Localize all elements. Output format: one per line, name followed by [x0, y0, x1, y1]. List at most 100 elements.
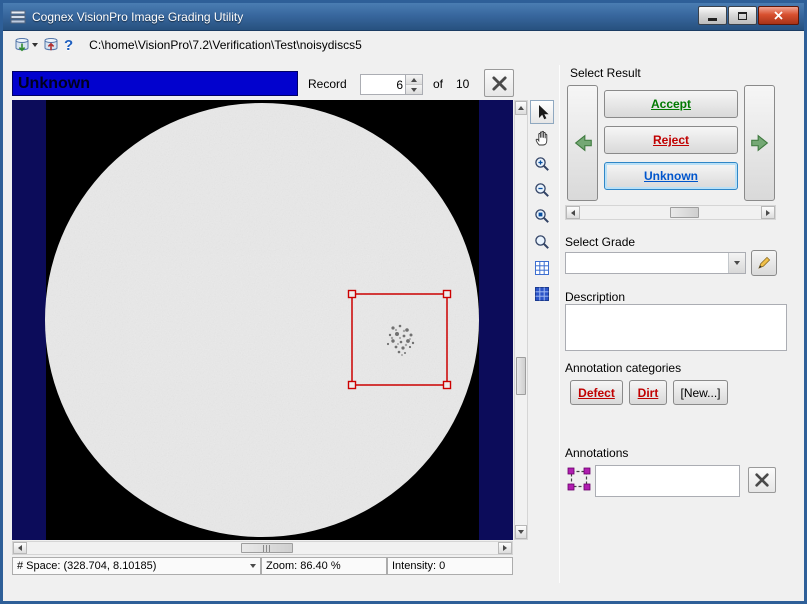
annotation-text-input[interactable]: [595, 465, 740, 497]
space-status-text: # Space: (328.704, 8.10185): [17, 560, 156, 572]
grid-tool-button[interactable]: [530, 256, 554, 280]
record-spin-up-button[interactable]: [406, 75, 422, 85]
category-defect-label: Defect: [578, 386, 615, 400]
intensity-status-text: Intensity: 0: [392, 560, 445, 572]
accept-button-label: Accept: [651, 97, 691, 111]
chevron-down-icon: [32, 43, 38, 47]
grade-banner: Unknown: [12, 71, 298, 96]
of-label: of: [433, 77, 443, 91]
select-result-label: Select Result: [570, 66, 641, 80]
space-status[interactable]: # Space: (328.704, 8.10185): [12, 557, 261, 575]
zoom-out-tool-button[interactable]: [530, 178, 554, 202]
image-viewport[interactable]: [12, 100, 513, 540]
combo-dropdown-button[interactable]: [728, 253, 745, 273]
zoom-region-tool-button[interactable]: [530, 204, 554, 228]
annotation-categories-label: Annotation categories: [565, 361, 681, 375]
image-canvas: [12, 100, 513, 540]
scroll-down-button[interactable]: [515, 525, 527, 539]
right-arrow-icon: [503, 545, 507, 551]
image-vscrollbar[interactable]: [514, 100, 528, 540]
up-arrow-icon: [518, 106, 524, 110]
record-spinner: [360, 74, 423, 95]
reject-button[interactable]: Reject: [604, 126, 738, 154]
scroll-up-button[interactable]: [515, 101, 527, 115]
help-button[interactable]: ?: [62, 33, 75, 57]
annotation-delete-button[interactable]: [748, 467, 776, 493]
zoom-in-icon: [534, 156, 550, 172]
thumb-grip: [263, 545, 271, 552]
vscroll-thumb[interactable]: [516, 357, 526, 395]
prev-result-button[interactable]: [567, 85, 598, 201]
roi-handle-br[interactable]: [444, 382, 451, 389]
load-results-button[interactable]: [11, 33, 40, 57]
zoom-fit-tool-button[interactable]: [530, 230, 554, 254]
pixel-grid-icon: [534, 286, 550, 302]
left-arrow-icon: [571, 210, 575, 216]
description-textarea[interactable]: [565, 304, 787, 351]
window-title: Cognex VisionPro Image Grading Utility: [32, 10, 243, 24]
category-new-button[interactable]: [New...]: [673, 380, 728, 405]
select-grade-label: Select Grade: [565, 235, 635, 249]
slider-right-button[interactable]: [761, 206, 775, 219]
app-icon: [10, 9, 26, 25]
hand-icon: [534, 130, 550, 146]
right-arrow-icon: [766, 210, 770, 216]
pencil-icon: [756, 255, 772, 271]
next-result-button[interactable]: [744, 85, 775, 201]
slider-thumb[interactable]: [670, 207, 699, 218]
grid-icon: [534, 260, 550, 276]
zoom-region-icon: [534, 208, 550, 224]
minimize-icon: [708, 18, 717, 21]
unknown-button[interactable]: Unknown: [604, 162, 738, 190]
chevron-down-icon[interactable]: [250, 564, 256, 568]
category-defect-button[interactable]: Defect: [570, 380, 623, 405]
panel-divider: [559, 65, 560, 583]
maximize-icon: [738, 12, 747, 20]
scroll-right-button[interactable]: [498, 542, 512, 554]
accept-button[interactable]: Accept: [604, 90, 738, 118]
up-arrow-icon: [411, 78, 417, 82]
zoom-in-tool-button[interactable]: [530, 152, 554, 176]
unknown-button-label: Unknown: [644, 169, 698, 183]
help-icon: ?: [64, 37, 73, 54]
zoom-out-icon: [534, 182, 550, 198]
record-total-label: 10: [456, 77, 469, 91]
pan-tool-button[interactable]: [530, 126, 554, 150]
minimize-button[interactable]: [698, 6, 727, 25]
arrow-right-icon: [749, 132, 771, 154]
x-icon: [491, 75, 508, 92]
zoom-status: Zoom: 86.40 %: [261, 557, 387, 575]
app-window: Cognex VisionPro Image Grading Utility: [0, 0, 807, 604]
pixel-grid-tool-button[interactable]: [530, 282, 554, 306]
record-delete-button[interactable]: [484, 69, 514, 97]
image-hscrollbar[interactable]: [12, 541, 513, 555]
left-stripe: [12, 100, 46, 540]
hscroll-thumb[interactable]: [241, 543, 293, 553]
pointer-icon: [535, 104, 550, 120]
record-spin-down-button[interactable]: [406, 85, 422, 94]
title-bar[interactable]: Cognex VisionPro Image Grading Utility: [3, 3, 804, 31]
down-arrow-icon: [518, 530, 524, 534]
zoom-fit-icon: [534, 234, 550, 250]
save-results-button[interactable]: [40, 33, 62, 57]
category-new-label: [New...]: [680, 386, 720, 400]
down-arrow-icon: [734, 261, 740, 265]
annotations-label: Annotations: [565, 446, 628, 460]
slider-left-button[interactable]: [566, 206, 580, 219]
roi-handle-tr[interactable]: [444, 291, 451, 298]
file-path-label: C:\home\VisionPro\7.2\Verification\Test\…: [89, 38, 362, 52]
image-tool-strip: [530, 100, 556, 308]
close-button[interactable]: [758, 6, 799, 25]
edit-grade-button[interactable]: [751, 250, 777, 276]
result-slider[interactable]: [565, 205, 776, 220]
roi-handle-bl[interactable]: [349, 382, 356, 389]
category-dirt-button[interactable]: Dirt: [629, 380, 667, 405]
scroll-left-button[interactable]: [13, 542, 27, 554]
roi-handle-tl[interactable]: [349, 291, 356, 298]
maximize-button[interactable]: [728, 6, 757, 25]
grade-combobox[interactable]: [565, 252, 746, 274]
right-stripe: [479, 100, 513, 540]
pointer-tool-button[interactable]: [530, 100, 554, 124]
record-number-input[interactable]: [361, 75, 405, 94]
down-arrow-icon: [411, 88, 417, 92]
